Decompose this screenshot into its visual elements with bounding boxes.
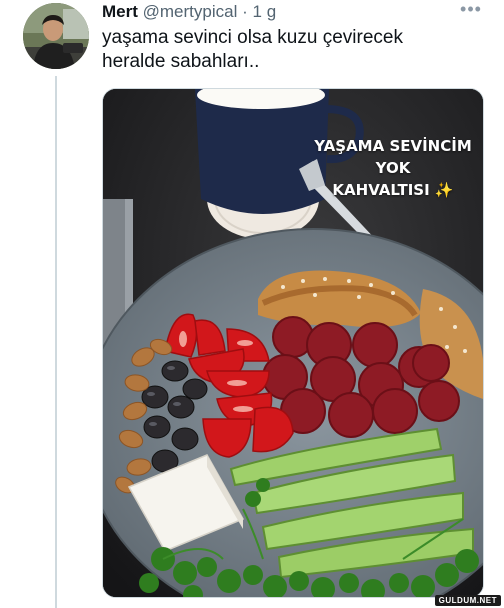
avatar[interactable] — [23, 3, 89, 69]
overlay-line-2-text: KAHVALTISI — [332, 181, 430, 199]
watermark: GULDUM.NET — [434, 595, 501, 606]
more-horizontal-icon[interactable]: ••• — [459, 0, 483, 20]
overlay-line-1: YAŞAMA SEVİNCİM YOK — [314, 137, 472, 177]
thread-line — [55, 76, 57, 608]
sparkles-icon: ✨ — [434, 181, 454, 199]
separator-dot: · — [242, 2, 248, 21]
tweet-photo[interactable]: YAŞAMA SEVİNCİM YOK KAHVALTISI ✨ — [102, 88, 484, 598]
author-handle[interactable]: @mertypical — [143, 2, 238, 21]
author-name[interactable]: Mert — [102, 2, 138, 21]
tweet-text: yaşama sevinci olsa kuzu çevirecek heral… — [102, 27, 403, 72]
photo-caption-overlay: YAŞAMA SEVİNCİM YOK KAHVALTISI ✨ — [308, 135, 478, 201]
tweet-timestamp[interactable]: 1 g — [253, 2, 277, 21]
tweet-header: Mert @mertypical · 1 g — [102, 1, 276, 23]
overlay-line-2: KAHVALTISI ✨ — [308, 179, 478, 201]
